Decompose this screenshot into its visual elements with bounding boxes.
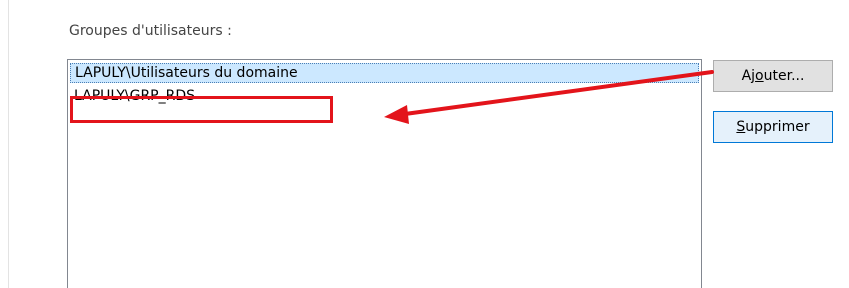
list-item-domain-users[interactable]: LAPULY\Utilisateurs du domaine <box>70 63 699 83</box>
annotation-highlight-box <box>70 96 333 123</box>
add-button-label-start: Aj <box>741 68 756 84</box>
remove-button-accelerator: S <box>736 119 746 135</box>
remove-button-label-end: upprimer <box>745 119 810 135</box>
user-groups-listbox[interactable]: LAPULY\Utilisateurs du domaine LAPULY\GR… <box>67 59 702 288</box>
user-groups-label: Groupes d'utilisateurs : <box>69 23 232 39</box>
remove-button[interactable]: Supprimer <box>713 111 833 143</box>
add-button-label-end: uter... <box>763 68 805 84</box>
dialog-panel: Groupes d'utilisateurs : LAPULY\Utilisat… <box>0 0 849 288</box>
add-button[interactable]: Aj o uter... <box>713 60 833 92</box>
add-button-accelerator: o <box>755 68 764 84</box>
panel-border <box>8 0 9 288</box>
